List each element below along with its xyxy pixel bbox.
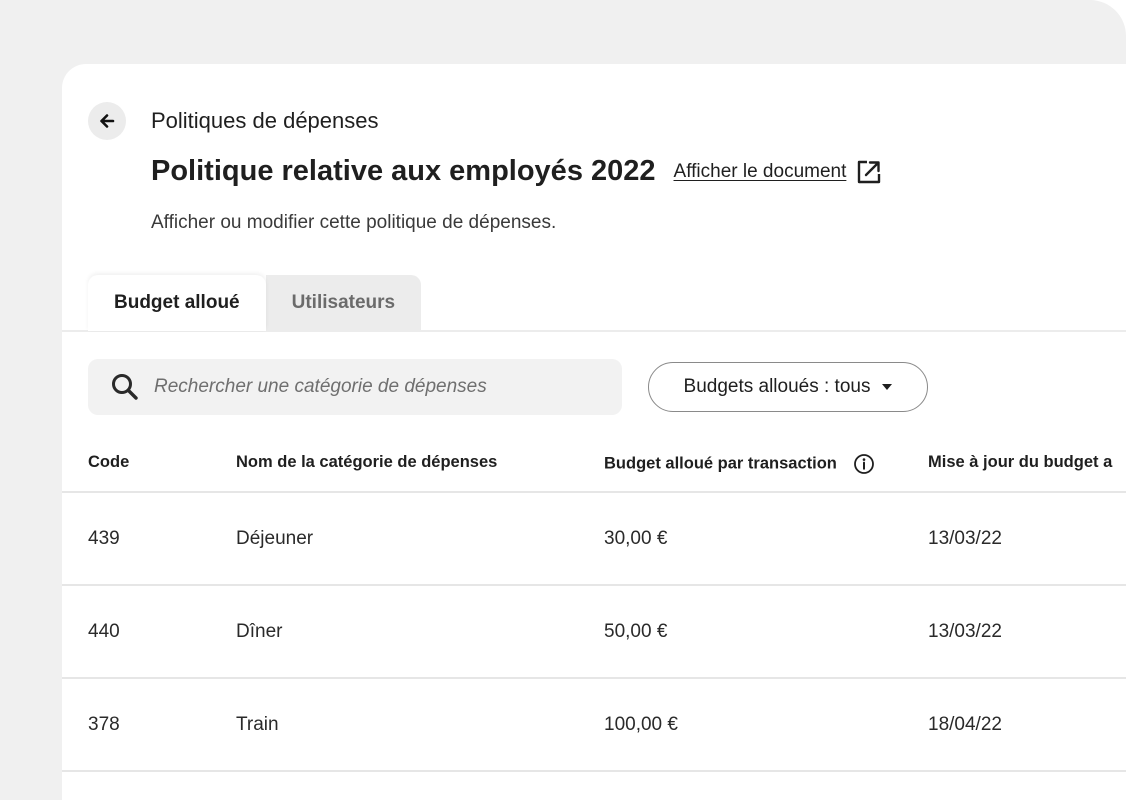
row-divider bbox=[62, 770, 1126, 772]
cell-budget: 100,00 € bbox=[604, 714, 678, 735]
cell-code: 439 bbox=[88, 528, 120, 549]
app-background: Politiques de dépenses Politique relativ… bbox=[0, 0, 1126, 800]
cell-update: 18/04/22 bbox=[928, 714, 1002, 735]
filter-label: Budgets alloués : tous bbox=[683, 376, 871, 397]
column-header-budget: Budget alloué par transaction bbox=[604, 453, 875, 475]
external-link-icon[interactable] bbox=[856, 159, 882, 185]
info-icon[interactable] bbox=[853, 453, 875, 475]
cell-code: 378 bbox=[88, 714, 120, 735]
search-icon bbox=[110, 372, 140, 402]
column-header-update[interactable]: Mise à jour du budget a bbox=[928, 453, 1112, 472]
cell-code: 440 bbox=[88, 621, 120, 642]
budget-filter-dropdown[interactable]: Budgets alloués : tous bbox=[648, 362, 928, 412]
view-document-link[interactable]: Afficher le document bbox=[674, 161, 847, 183]
column-header-code[interactable]: Code bbox=[88, 453, 129, 472]
cell-name: Train bbox=[236, 714, 279, 735]
page-title: Politique relative aux employés 2022 bbox=[151, 155, 656, 187]
cell-name: Dîner bbox=[236, 621, 283, 642]
cell-update: 13/03/22 bbox=[928, 528, 1002, 549]
cell-name: Déjeuner bbox=[236, 528, 314, 549]
page-subtitle: Afficher ou modifier cette politique de … bbox=[151, 212, 557, 233]
column-header-budget-label[interactable]: Budget alloué par transaction bbox=[604, 454, 837, 472]
back-button[interactable] bbox=[88, 102, 126, 140]
tab-bar: Budget alloué Utilisateurs bbox=[88, 275, 422, 331]
cell-budget: 30,00 € bbox=[604, 528, 668, 549]
search-input[interactable] bbox=[154, 376, 574, 398]
header-divider bbox=[62, 491, 1126, 493]
cell-update: 13/03/22 bbox=[928, 621, 1002, 642]
title-row: Politique relative aux employés 2022 Aff… bbox=[151, 155, 882, 188]
row-divider bbox=[62, 584, 1126, 586]
tab-users[interactable]: Utilisateurs bbox=[265, 275, 422, 331]
column-header-name[interactable]: Nom de la catégorie de dépenses bbox=[236, 453, 497, 472]
search-box bbox=[88, 359, 622, 415]
row-divider bbox=[62, 677, 1126, 679]
arrow-left-icon bbox=[100, 114, 115, 128]
cell-budget: 50,00 € bbox=[604, 621, 668, 642]
breadcrumb[interactable]: Politiques de dépenses bbox=[151, 108, 379, 134]
tab-budget[interactable]: Budget alloué bbox=[88, 275, 266, 331]
caret-down-icon bbox=[882, 384, 893, 390]
